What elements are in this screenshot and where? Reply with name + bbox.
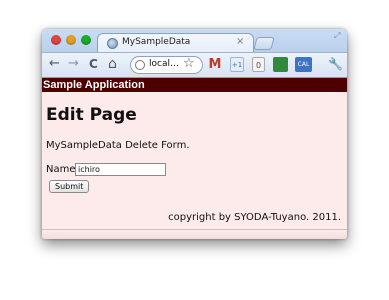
gmail-extension-icon[interactable]: M (207, 57, 223, 72)
app-banner: Sample Application (42, 78, 347, 92)
browser-chrome: MySampleData × ⤢ ← → C ⌂ local… ☆ M +1 0… (42, 29, 347, 78)
evernote-extension-icon[interactable] (273, 57, 288, 72)
home-icon[interactable]: ⌂ (108, 57, 117, 71)
forward-icon[interactable]: → (68, 57, 79, 71)
name-field[interactable] (75, 163, 166, 176)
browser-window: MySampleData × ⤢ ← → C ⌂ local… ☆ M +1 0… (42, 29, 347, 239)
page-icon (135, 60, 145, 70)
calendar-extension-icon[interactable]: CAL (295, 57, 312, 72)
counter-extension-icon[interactable]: 0 (252, 57, 265, 72)
reload-icon[interactable]: C (89, 57, 98, 71)
app-banner-text: Sample Application (43, 79, 145, 91)
page-title: Edit Page (46, 105, 137, 125)
tab-close-icon[interactable]: × (236, 36, 244, 47)
form-description: MySampleData Delete Form. (46, 140, 190, 151)
wrench-icon[interactable]: 🔧 (328, 57, 343, 71)
minimize-window-button[interactable] (66, 35, 76, 45)
tab-title: MySampleData (122, 37, 191, 47)
back-icon[interactable]: ← (49, 57, 60, 71)
zoom-window-button[interactable] (81, 35, 91, 45)
close-window-button[interactable] (51, 35, 61, 45)
fullscreen-icon[interactable]: ⤢ (334, 31, 340, 41)
address-text: local… (149, 59, 179, 69)
browser-tab[interactable]: MySampleData × (97, 33, 254, 53)
submit-button[interactable]: Submit (49, 180, 90, 193)
new-tab-button[interactable] (253, 37, 275, 50)
name-label: Name (46, 164, 76, 175)
window-bottom-edge (42, 229, 347, 239)
copyright-footer: copyright by SYODA-Tuyano. 2011. (168, 212, 341, 223)
plus-one-extension-icon[interactable]: +1 (230, 57, 244, 72)
globe-icon (107, 38, 118, 49)
browser-toolbar: ← → C ⌂ local… ☆ M +1 0 CAL 🔧 (42, 52, 347, 78)
bookmark-star-icon[interactable]: ☆ (183, 57, 195, 71)
